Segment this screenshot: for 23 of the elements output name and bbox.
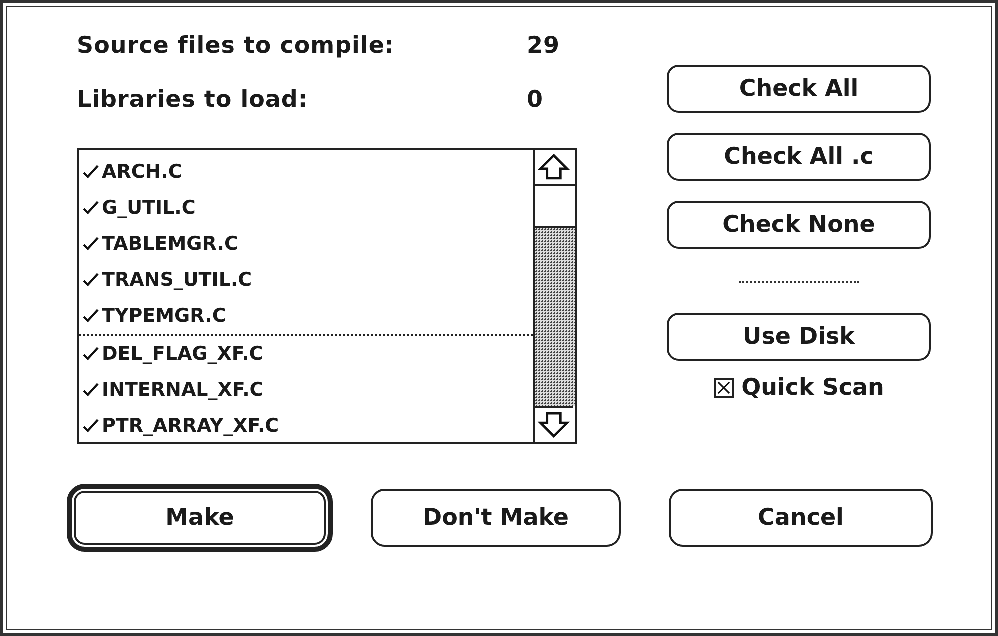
use-disk-button[interactable]: Use Disk [667, 313, 931, 361]
check-button[interactable]: Check All [667, 65, 931, 113]
count-value: 29 [527, 33, 560, 59]
checkbox-label: Quick Scan [742, 375, 884, 401]
dialog-button[interactable]: Don't Make [371, 489, 621, 547]
file-item[interactable]: TRANS_UTIL.C [79, 262, 533, 298]
count-label: Libraries to load: [77, 87, 310, 113]
scroll-thumb[interactable] [535, 184, 575, 228]
count-label: Source files to compile: [77, 33, 396, 59]
file-item[interactable]: INTERNAL_XF.C [79, 372, 533, 408]
file-item[interactable]: ARCH.C [79, 154, 533, 190]
file-item[interactable]: TABLEMGR.C [79, 226, 533, 262]
file-item[interactable]: TYPEMGR.C [79, 298, 533, 334]
check-button[interactable]: Check All .c [667, 133, 931, 181]
file-item[interactable]: PTR_ARRAY_XF.C [79, 408, 533, 444]
file-item[interactable]: DEL_FLAG_XF.C [79, 336, 533, 372]
checkbox[interactable] [714, 378, 734, 398]
count-value: 0 [527, 87, 544, 113]
dialog-button[interactable]: Cancel [669, 489, 933, 547]
file-item[interactable]: G_UTIL.C [79, 190, 533, 226]
check-button[interactable]: Check None [667, 201, 931, 249]
default-button[interactable]: Make [67, 484, 333, 552]
scrollbar[interactable] [533, 150, 575, 442]
